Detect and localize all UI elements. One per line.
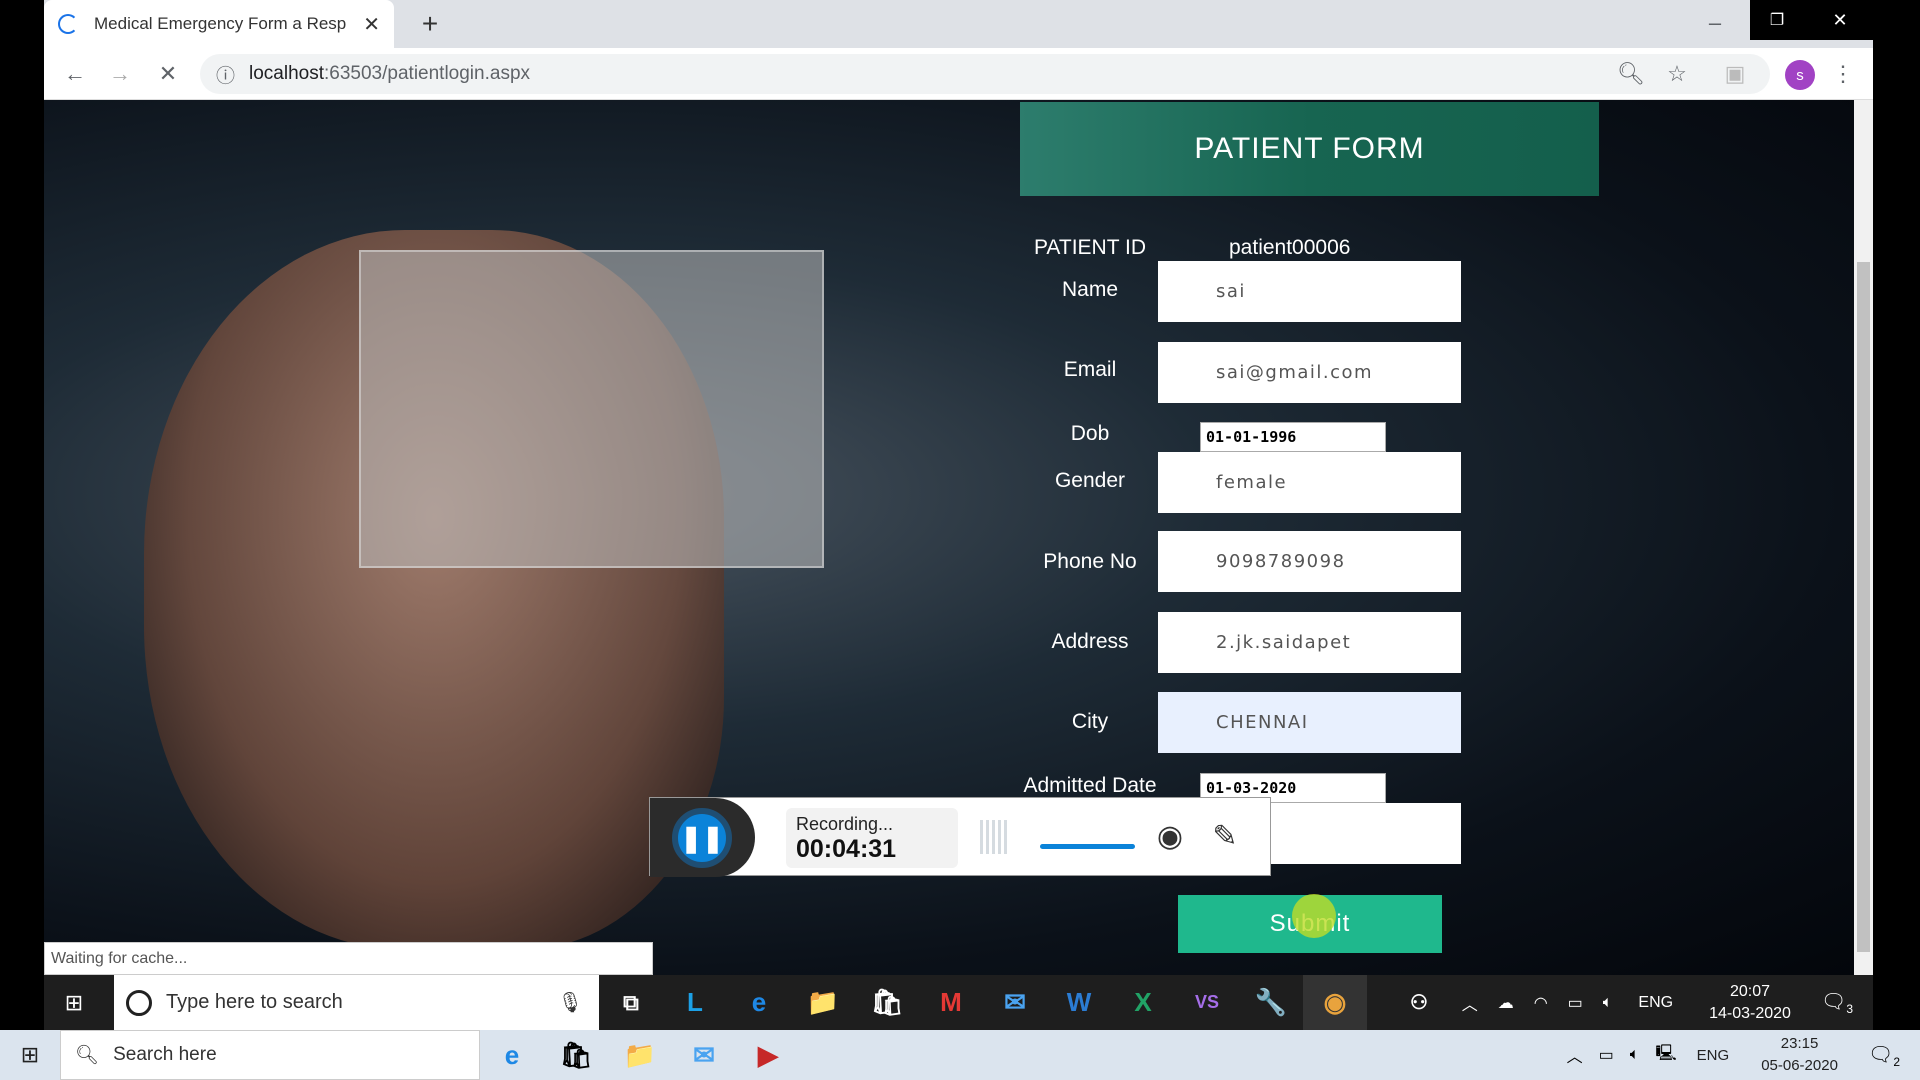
edge-icon[interactable]: e — [727, 975, 791, 1030]
notifications-icon[interactable]: 🗨︎2 — [1868, 1042, 1900, 1069]
volume-icon[interactable]: 🔈︎ — [1630, 1046, 1640, 1064]
close-tab-icon[interactable]: ✕ — [363, 12, 380, 37]
taskbar-search-input[interactable]: Type here to search 🎙︎ — [114, 975, 599, 1030]
video-player-icon[interactable]: ▶ — [736, 1030, 800, 1080]
gender-input[interactable] — [1158, 452, 1461, 513]
search-icon: 🔍︎ — [75, 1045, 100, 1066]
taskbar-app[interactable]: L — [663, 975, 727, 1030]
scrollbar-thumb[interactable] — [1857, 262, 1870, 952]
mail-icon[interactable]: ✉ — [983, 975, 1047, 1030]
people-icon[interactable]: ⚇ — [1387, 975, 1451, 1030]
name-label: Name — [1061, 278, 1119, 301]
extension-icon[interactable]: ▣ — [1716, 58, 1754, 90]
windows-start-icon[interactable]: ⊞ — [44, 975, 104, 1030]
clock[interactable]: 23:15 05-06-2020 — [1761, 1033, 1838, 1077]
address-label: Address — [1051, 630, 1129, 653]
dob-label: Dob — [1070, 422, 1110, 445]
close-window-button[interactable]: ✕ — [1815, 5, 1865, 35]
envelope-image — [359, 250, 824, 568]
task-view-icon[interactable]: ⧉ — [599, 975, 663, 1030]
battery-icon[interactable]: ▭ — [1568, 993, 1583, 1013]
network-icon[interactable]: 🖳 — [1655, 1042, 1676, 1069]
info-icon[interactable]: ⓘ — [216, 61, 235, 88]
recording-time: 00:04:31 — [796, 835, 897, 863]
minimize-button[interactable]: – — [1690, 8, 1740, 38]
tray-chevron-icon[interactable]: ︿ — [1462, 991, 1478, 1015]
loading-icon — [58, 14, 78, 34]
admitted-date-label: Admitted Date — [1023, 774, 1157, 797]
form-title: PATIENT FORM — [1020, 102, 1599, 196]
tab-title: Medical Emergency Form a Resp — [94, 14, 347, 33]
microphone-icon[interactable]: 🎙︎ — [558, 990, 583, 1015]
cortana-icon — [126, 989, 152, 1016]
browser-tab[interactable]: Medical Emergency Form a Resp ✕ — [44, 0, 394, 48]
visual-studio-icon[interactable]: VS — [1175, 975, 1239, 1030]
url-path: :63503/patientlogin.aspx — [324, 63, 531, 84]
address-bar[interactable]: ⓘ localhost:63503/patientlogin.aspx — [200, 54, 1770, 94]
pencil-icon[interactable]: ✎ — [1205, 816, 1245, 856]
audio-level-icon — [980, 820, 1010, 854]
gender-label: Gender — [1054, 469, 1126, 492]
phone-input[interactable] — [1158, 531, 1461, 592]
chrome-icon[interactable]: ◉ — [1303, 975, 1367, 1030]
clock[interactable]: 20:07 14-03-2020 — [1709, 981, 1791, 1025]
store-icon[interactable]: 🛍 — [855, 975, 919, 1030]
battery-icon[interactable]: ▭ — [1599, 1045, 1614, 1065]
file-explorer-icon[interactable]: 📁 — [791, 975, 855, 1030]
file-explorer-icon[interactable]: 📁 — [608, 1030, 672, 1080]
outer-search-input[interactable]: 🔍︎ Search here — [60, 1030, 480, 1080]
status-bar: Waiting for cache... — [44, 942, 653, 975]
dob-input[interactable] — [1200, 422, 1386, 452]
zoom-icon[interactable]: 🔍︎ — [1612, 58, 1650, 90]
patient-id-value: patient00006 — [1229, 236, 1351, 259]
back-icon[interactable]: ← — [55, 58, 95, 90]
phone-label: Phone No — [1043, 550, 1137, 573]
city-input[interactable] — [1158, 692, 1461, 753]
wifi-icon[interactable]: ◠ — [1534, 993, 1548, 1013]
inner-taskbar: ⊞ Type here to search 🎙︎ ⧉ L e 📁 🛍 M ✉ W… — [44, 975, 1873, 1030]
word-icon[interactable]: W — [1047, 975, 1111, 1030]
patient-id-label: PATIENT ID — [1033, 236, 1146, 259]
email-input[interactable] — [1158, 342, 1461, 403]
store-icon[interactable]: 🛍 — [544, 1030, 608, 1080]
restore-button[interactable]: ❐ — [1752, 5, 1802, 35]
tray-chevron-icon[interactable]: ︿ — [1567, 1043, 1583, 1067]
language-indicator[interactable]: ENG — [1697, 1047, 1730, 1064]
menu-icon[interactable]: ⋮ — [1828, 58, 1858, 90]
onedrive-icon[interactable]: ☁ — [1498, 993, 1514, 1013]
windows-start-icon[interactable]: ⊞ — [0, 1030, 60, 1080]
new-tab-button[interactable]: + — [410, 8, 450, 40]
notifications-icon[interactable]: 🗨︎3 — [1821, 989, 1853, 1016]
excel-icon[interactable]: X — [1111, 975, 1175, 1030]
forward-icon[interactable]: → — [100, 58, 140, 90]
city-label: City — [1071, 710, 1109, 733]
name-input[interactable] — [1158, 261, 1461, 322]
url-host: localhost — [249, 63, 325, 84]
tools-icon[interactable]: 🔧 — [1239, 975, 1303, 1030]
mcafee-icon[interactable]: M — [919, 975, 983, 1030]
bookmark-star-icon[interactable]: ☆ — [1658, 58, 1696, 90]
recording-status: Recording... — [796, 814, 894, 834]
edge-icon[interactable]: e — [480, 1030, 544, 1080]
cursor-highlight — [1292, 894, 1336, 938]
email-label: Email — [1063, 358, 1117, 381]
stop-loading-icon[interactable]: ✕ — [148, 58, 188, 90]
webcam-icon[interactable]: ◉ — [1150, 816, 1190, 856]
language-indicator[interactable]: ENG — [1638, 994, 1673, 1012]
profile-avatar[interactable]: s — [1785, 60, 1815, 90]
outer-taskbar: ⊞ 🔍︎ Search here e 🛍 📁 ✉ ▶ ︿ ▭ 🔈︎ 🖳 ENG … — [0, 1030, 1920, 1080]
screen-recorder-widget: ❚❚ Recording... 00:04:31 ◉ ✎ — [649, 797, 1271, 877]
volume-slider[interactable] — [1040, 844, 1135, 849]
mail-icon[interactable]: ✉ — [672, 1030, 736, 1080]
volume-icon[interactable]: 🔈︎ — [1603, 994, 1613, 1012]
address-input[interactable] — [1158, 612, 1461, 673]
pause-button[interactable]: ❚❚ — [672, 808, 732, 868]
